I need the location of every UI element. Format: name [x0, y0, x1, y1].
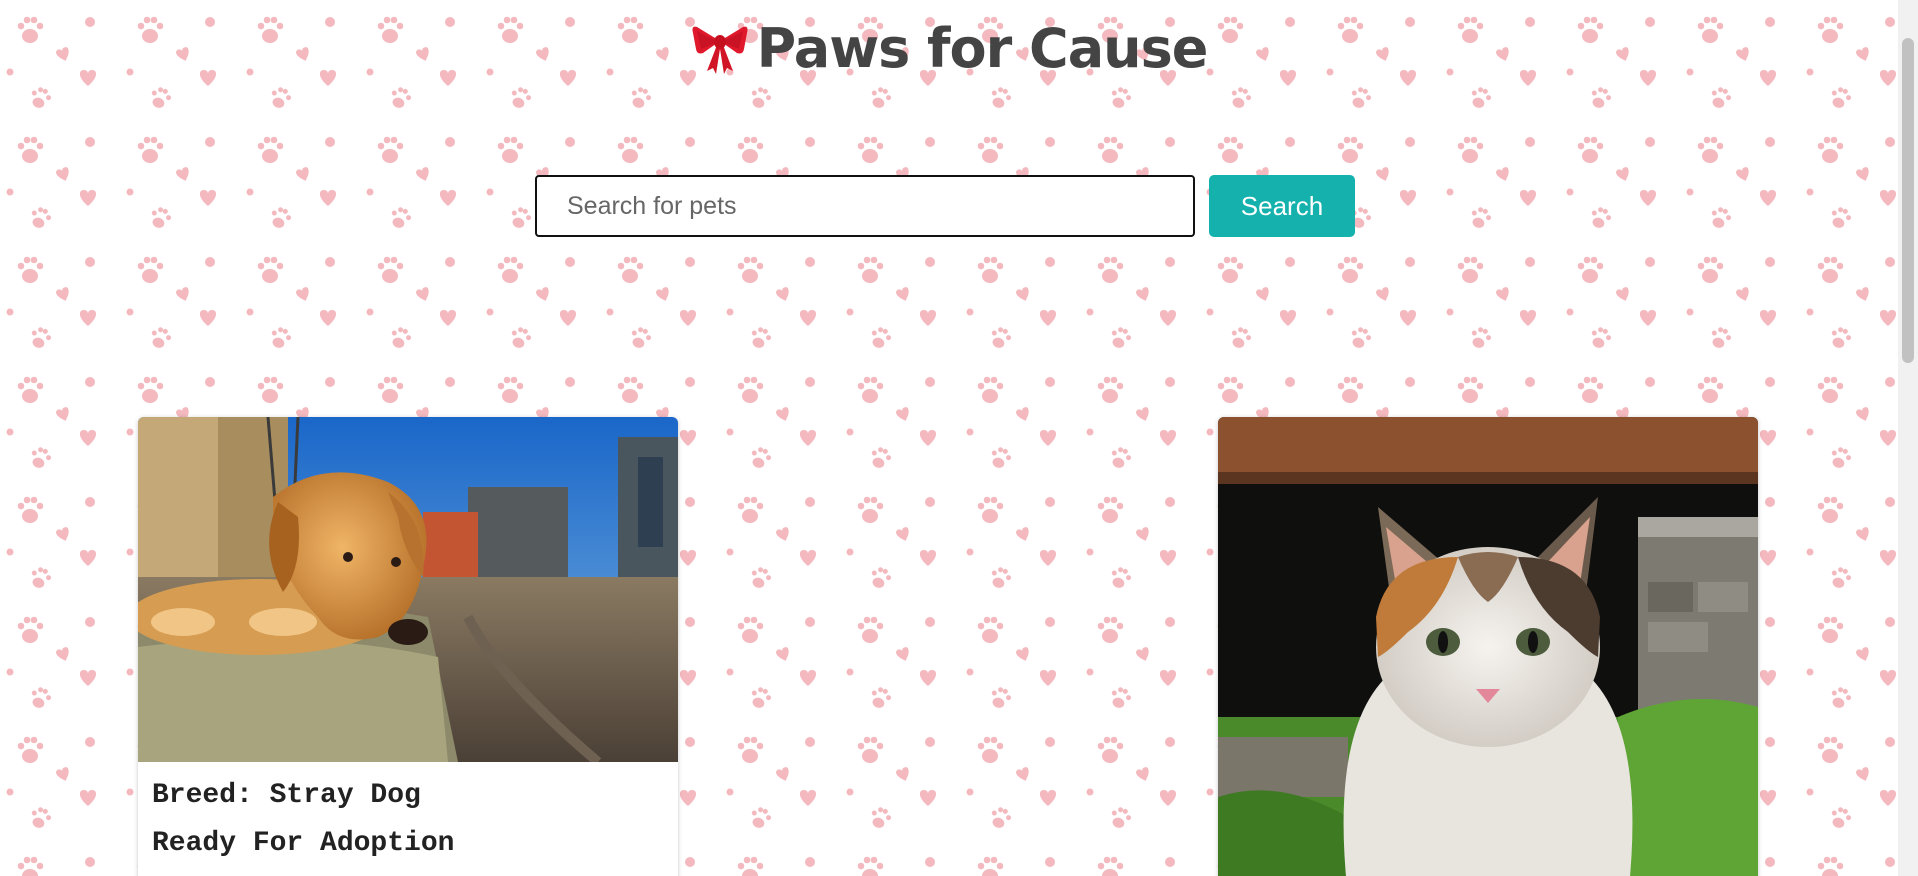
search-bar: Search [535, 175, 1355, 237]
vertical-scrollbar[interactable] [1898, 0, 1918, 876]
ribbon-bow-icon [692, 26, 748, 74]
pet-card[interactable]: Breed: Stray Dog Ready For Adoption [138, 417, 678, 876]
pet-breed: Breed: Stray Dog [152, 780, 421, 811]
scrollbar-thumb[interactable] [1902, 38, 1914, 363]
pet-status: Ready For Adoption [152, 828, 455, 859]
pet-info: Breed: Stray Dog Ready For Adoption [138, 762, 678, 874]
search-button[interactable]: Search [1209, 175, 1355, 237]
pet-card[interactable] [1218, 417, 1758, 876]
search-input[interactable] [535, 175, 1195, 237]
site-title: Paws for Cause [756, 16, 1209, 80]
site-header: Paws for Cause [0, 8, 1898, 88]
calico-kitten-photo [1218, 417, 1758, 876]
golden-dog-photo [138, 417, 678, 762]
